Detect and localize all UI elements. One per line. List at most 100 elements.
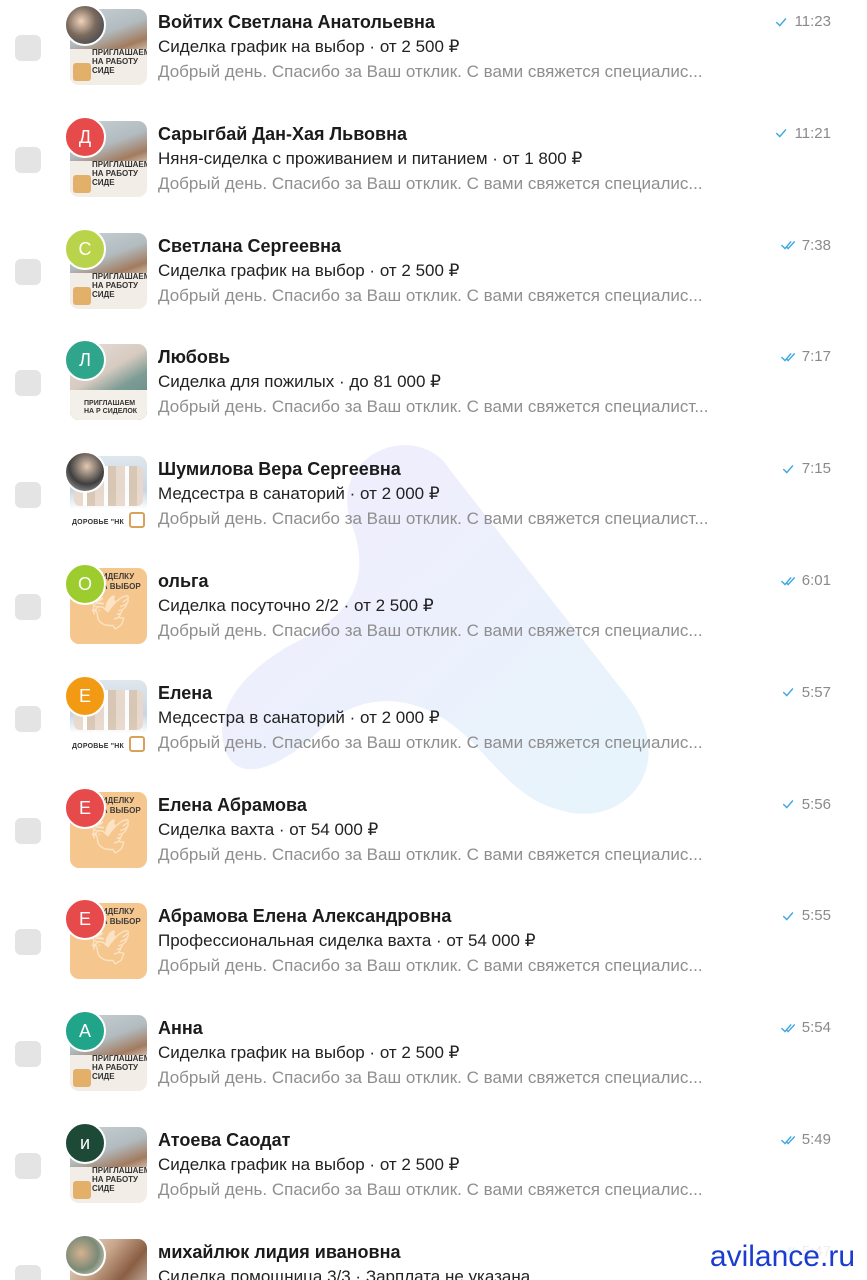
avatar: А (64, 1010, 106, 1053)
vacancy-title: Сиделка график на выбор · от 2 500 ₽ (158, 1155, 460, 1174)
chat-row[interactable]: ПРИГЛАШАЕМ НА РАБОТУ СИДЕ А Анна Сиделка… (0, 1006, 867, 1118)
thumb-caption: ПРИГЛАШАЕМ НА РАБОТУ СИДЕ (92, 159, 147, 187)
avatar: Е (64, 674, 106, 717)
chat-row[interactable]: ПРИГЛАШАЕМ НА РАБОТУ СИДЕ С Светлана Сер… (0, 224, 867, 336)
message-time: 5:56 (801, 795, 831, 813)
avatar: и (64, 1122, 106, 1164)
chat-row[interactable]: ПРИГЛАШАЕМ НА Р СИДЕЛОК Л Любовь Сиделка… (0, 335, 867, 447)
avatar: О (64, 563, 106, 605)
candidate-name: Войтих Светлана Анатольевна (158, 12, 435, 32)
candidate-name: Анна (158, 1018, 203, 1039)
thumb-caption: ДОРОВЬЕ "НК (72, 519, 124, 527)
message-meta: 6:01 (780, 572, 831, 589)
message-meta: 7:17 (780, 348, 831, 366)
candidate-name: Абрамова Елена Александровна (158, 906, 452, 927)
select-checkbox[interactable] (15, 1264, 41, 1280)
chat-row[interactable]: ПРИГЛАШАЕМ НА РАБОТУ СИДЕ Войтих Светлан… (0, 0, 867, 112)
select-checkbox[interactable] (15, 817, 41, 844)
select-checkbox[interactable] (15, 594, 41, 620)
message-time: 5:55 (801, 907, 831, 925)
dove-logo-icon (73, 174, 91, 193)
single-check-icon (782, 912, 794, 921)
chat-row[interactable]: ПРИГЛАШАЕМ НА РАБОТУ СИДЕ Д Сарыгбай Дан… (0, 112, 867, 224)
vacancy-title: Сиделка вахта · от 54 000 ₽ (158, 819, 379, 839)
select-checkbox[interactable] (15, 482, 41, 509)
message-time: 7:15 (801, 460, 831, 478)
vacancy-title: Сиделка посуточно 2/2 · от 2 500 ₽ (158, 596, 434, 615)
avatar: Д (64, 115, 106, 158)
vacancy-title: Медсестра в санаторий · от 2 000 ₽ (158, 707, 440, 727)
message-meta: 5:49 (780, 1131, 831, 1148)
thumb-caption: ПРИГЛАШАЕМ НА РАБОТУ СИДЕ (92, 1054, 147, 1082)
single-check-icon (782, 464, 794, 474)
message-time: 11:21 (794, 124, 831, 142)
thumb-caption: ДОРОВЬЕ "НК (72, 742, 124, 750)
chat-row[interactable]: СИДЕЛКУ НА ВЫБОР 🕊 О ольга Сиделка посут… (0, 559, 867, 671)
candidate-name: Шумилова Вера Сергеевна (158, 459, 401, 480)
single-check-icon (775, 129, 786, 138)
candidate-name: Светлана Сергеевна (158, 235, 341, 256)
chat-row[interactable]: СИДЕЛКУ НА ВЫБОР 🕊 Е Абрамова Елена Алек… (0, 894, 867, 1006)
select-checkbox[interactable] (15, 1153, 41, 1179)
candidate-name: михайлюк лидия ивановна (158, 1241, 401, 1262)
brand-watermark-text: avilance.ru (707, 1240, 857, 1274)
message-meta: 5:54 (780, 1019, 831, 1037)
vacancy-title: Сиделка помощница 3/3 · Зарплата не указ… (158, 1266, 531, 1280)
avatar (64, 1233, 106, 1276)
dove-logo-icon (129, 512, 145, 529)
chat-row[interactable]: ПРИГЛАШАЕМ НА РАБОТУ СИДЕ и Атоева Саода… (0, 1118, 867, 1230)
dove-logo-icon (73, 63, 91, 81)
chat-row[interactable]: ДОРОВЬЕ "НК Шумилова Вера Сергеевна Медс… (0, 447, 867, 559)
message-preview: Добрый день. Спасибо за Ваш отклик. С ва… (158, 62, 703, 81)
chat-row[interactable]: СИДЕЛКУ НА ВЫБОР 🕊 Е Елена Абрамова Сиде… (0, 783, 867, 895)
message-time: 5:49 (801, 1131, 831, 1148)
message-meta: 5:57 (781, 684, 831, 701)
message-time: 5:54 (801, 1019, 831, 1037)
message-time: 7:38 (801, 236, 831, 254)
message-meta: 5:56 (781, 796, 831, 813)
message-meta: 7:38 (780, 236, 831, 254)
single-check-icon (782, 800, 794, 809)
message-preview: Добрый день. Спасибо за Ваш отклик. С ва… (158, 509, 709, 529)
chat-list-page: ПРИГЛАШАЕМ НА РАБОТУ СИДЕ Войтих Светлан… (0, 0, 867, 1280)
double-check-icon (780, 241, 795, 250)
select-checkbox[interactable] (15, 370, 41, 397)
candidate-name: ольга (158, 571, 209, 591)
avatar: Е (64, 786, 106, 829)
select-checkbox[interactable] (15, 1041, 41, 1068)
avatar (64, 451, 106, 494)
thumb-caption: ПРИГЛАШАЕМ НА РАБОТУ СИДЕ (92, 271, 147, 299)
message-preview: Добрый день. Спасибо за Ваш отклик. С ва… (158, 173, 703, 193)
candidate-name: Любовь (158, 347, 231, 368)
double-check-icon (780, 1135, 795, 1145)
message-preview: Добрый день. Спасибо за Ваш отклик. С ва… (158, 621, 703, 640)
double-check-icon (780, 1023, 795, 1033)
message-time: 6:01 (801, 572, 831, 589)
dove-logo-icon (129, 735, 145, 752)
message-time: 7:17 (801, 348, 831, 366)
message-preview: Добрый день. Спасибо за Ваш отклик. С ва… (158, 1068, 703, 1088)
double-check-icon (780, 353, 795, 362)
vacancy-title: Сиделка для пожилых · до 81 000 ₽ (158, 372, 441, 392)
message-preview: Добрый день. Спасибо за Ваш отклик. С ва… (158, 1180, 703, 1199)
vacancy-title: Профессиональная сиделка вахта · от 54 0… (158, 931, 536, 951)
dove-logo-icon (73, 286, 91, 305)
vacancy-title: Сиделка график на выбор · от 2 500 ₽ (158, 260, 460, 280)
thumb-caption: ПРИГЛАШАЕМ НА РАБОТУ СИДЕ (92, 1166, 147, 1193)
vacancy-title: Няня-сиделка с проживанием и питанием · … (158, 148, 583, 168)
candidate-name: Елена (158, 682, 213, 703)
select-checkbox[interactable] (15, 146, 41, 173)
select-checkbox[interactable] (15, 35, 41, 61)
candidate-name: Сарыгбай Дан-Хая Львовна (158, 123, 407, 144)
select-checkbox[interactable] (15, 929, 41, 956)
thumb-caption: ПРИГЛАШАЕМ НА Р СИДЕЛОК (84, 400, 138, 416)
select-checkbox[interactable] (15, 258, 41, 285)
message-preview: Добрый день. Спасибо за Ваш отклик. С ва… (158, 397, 709, 417)
message-preview: Добрый день. Спасибо за Ваш отклик. С ва… (158, 844, 703, 864)
avatar (64, 4, 106, 46)
chat-row[interactable]: ДОРОВЬЕ "НК Е Елена Медсестра в санатори… (0, 671, 867, 783)
select-checkbox[interactable] (15, 705, 41, 732)
candidate-name: Атоева Саодат (158, 1130, 291, 1150)
message-preview: Добрый день. Спасибо за Ваш отклик. С ва… (158, 956, 703, 976)
thumb-caption: ПРИГЛАШАЕМ НА РАБОТУ СИДЕ (92, 48, 147, 75)
